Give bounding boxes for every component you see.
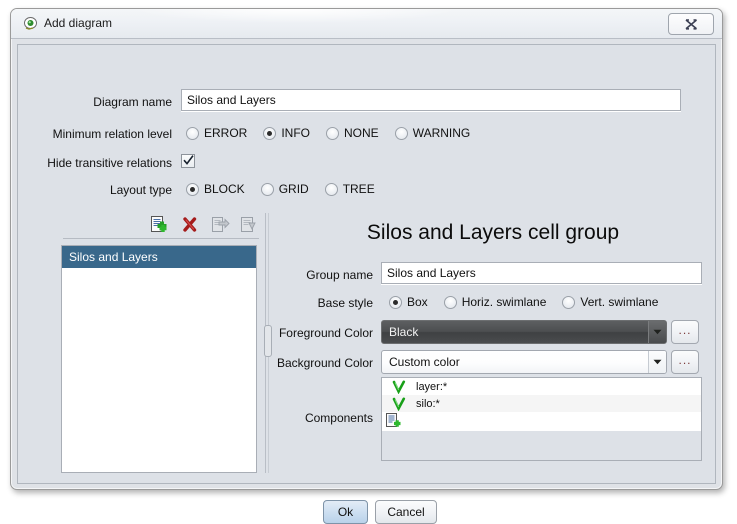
edit-document-icon	[239, 215, 261, 234]
hide-transitive-relations-label: Hide transitive relations	[47, 156, 172, 170]
minimum-relation-level-label: Minimum relation level	[52, 127, 172, 141]
radio-box-icon	[389, 295, 402, 309]
radio-warning[interactable]: WARNING	[390, 126, 471, 140]
panel-splitter[interactable]	[261, 213, 273, 473]
ok-button[interactable]: Ok	[323, 500, 368, 524]
dialog-content: Diagram name Silos and Layers Minimum re…	[17, 44, 716, 524]
radio-vert-swimlane-icon	[562, 295, 576, 309]
dialog-window: Add diagram Diagram name Silos and Layer…	[10, 8, 723, 524]
title-bar-glow	[131, 9, 461, 23]
radio-info[interactable]: INFO	[258, 126, 310, 140]
base-style-group: Box Horiz. swimlane Vert. swimlane	[384, 295, 669, 309]
chevron-down-icon	[648, 351, 666, 373]
radio-tree[interactable]: TREE	[320, 182, 375, 196]
green-check-icon	[382, 380, 416, 394]
move-right-icon	[210, 215, 232, 234]
radio-grid[interactable]: GRID	[256, 182, 309, 196]
foreground-color-value: Black	[389, 325, 419, 339]
background-color-label: Background Color	[276, 356, 373, 370]
group-list-toolbar	[63, 213, 259, 239]
group-name-label: Group name	[306, 268, 373, 282]
radio-vert-swimlane[interactable]: Vert. swimlane	[557, 295, 658, 309]
layout-type-group: BLOCK GRID TREE	[181, 182, 386, 196]
radio-horiz-swimlane-icon	[443, 295, 457, 309]
chevron-down-icon	[648, 321, 666, 343]
radio-none[interactable]: NONE	[321, 126, 379, 140]
list-item[interactable]: silo:*	[382, 395, 701, 412]
layout-type-label: Layout type	[109, 183, 172, 197]
background-color-combo[interactable]: Custom color	[381, 350, 667, 374]
green-check-icon	[382, 397, 416, 411]
radio-info-label: INFO	[281, 126, 311, 140]
radio-horiz-swimlane-label: Horiz. swimlane	[461, 295, 547, 309]
cancel-button[interactable]: Cancel	[375, 500, 437, 524]
components-label: Components	[304, 411, 373, 425]
foreground-color-browse-button[interactable]: ...	[671, 320, 699, 344]
add-document-icon	[385, 412, 403, 432]
window-title: Add diagram	[44, 16, 113, 30]
radio-warning-label: WARNING	[412, 126, 471, 140]
list-item[interactable]: layer:*	[382, 378, 701, 395]
list-item[interactable]: Silos and Layers	[62, 246, 256, 268]
foreground-color-combo[interactable]: Black	[381, 320, 667, 344]
radio-block[interactable]: BLOCK	[181, 182, 245, 196]
minimum-relation-level-group: ERROR INFO NONE WARNING	[181, 126, 481, 140]
radio-vert-swimlane-label: Vert. swimlane	[580, 295, 659, 309]
radio-none-label: NONE	[344, 126, 379, 140]
radio-error[interactable]: ERROR	[181, 126, 247, 140]
delete-icon	[181, 215, 203, 234]
move-right-button[interactable]	[210, 215, 232, 235]
radio-error-label: ERROR	[204, 126, 248, 140]
radio-error-icon	[186, 126, 199, 140]
radio-warning-icon	[394, 126, 408, 140]
checkmark-icon	[182, 155, 194, 166]
diagram-name-input[interactable]: Silos and Layers	[181, 89, 681, 111]
radio-grid-label: GRID	[278, 182, 309, 196]
background-color-browse-button[interactable]: ...	[671, 350, 699, 374]
diagram-name-label: Diagram name	[93, 95, 172, 109]
group-list[interactable]: Silos and Layers	[61, 245, 257, 473]
foreground-color-label: Foreground Color	[278, 326, 373, 340]
radio-block-icon	[186, 182, 199, 196]
edit-group-button[interactable]	[239, 215, 261, 235]
add-component-button[interactable]	[382, 412, 701, 431]
radio-grid-icon	[260, 182, 274, 196]
add-group-button[interactable]	[149, 215, 171, 235]
components-list[interactable]: layer:* silo:*	[381, 377, 702, 461]
radio-tree-label: TREE	[342, 182, 375, 196]
close-icon	[684, 18, 698, 30]
component-name: layer:*	[416, 380, 448, 393]
background-color-value: Custom color	[389, 355, 460, 369]
radio-horiz-swimlane[interactable]: Horiz. swimlane	[439, 295, 547, 309]
radio-box-label: Box	[407, 295, 428, 309]
component-name: silo:*	[416, 397, 440, 410]
add-document-icon	[149, 215, 171, 234]
hide-transitive-relations-checkbox[interactable]	[181, 154, 195, 168]
title-bar: Add diagram	[11, 9, 722, 39]
radio-none-icon	[326, 126, 340, 140]
delete-group-button[interactable]	[181, 215, 203, 235]
radio-info-icon	[263, 126, 277, 140]
radio-block-label: BLOCK	[204, 182, 245, 196]
app-icon	[23, 16, 38, 31]
radio-tree-icon	[324, 182, 338, 196]
close-button[interactable]	[668, 13, 714, 35]
panel-title: Silos and Layers cell group	[366, 221, 620, 244]
radio-box[interactable]: Box	[384, 295, 428, 309]
base-style-label: Base style	[317, 296, 373, 310]
group-name-input[interactable]: Silos and Layers	[381, 262, 702, 284]
